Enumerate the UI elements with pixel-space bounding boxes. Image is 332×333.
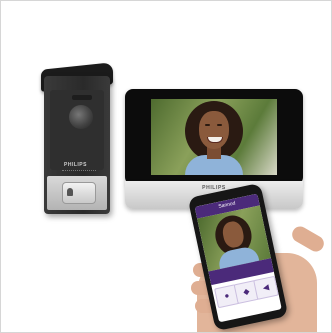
monitor-bezel bbox=[125, 89, 303, 185]
product-image-frame: PHILIPS PHILIPS Sannod ● ◆ ◀ bbox=[0, 0, 332, 333]
door-station-body: PHILIPS bbox=[44, 76, 110, 214]
call-bell-button bbox=[62, 182, 96, 204]
eye-left bbox=[205, 124, 210, 126]
monitor-brand-label: PHILIPS bbox=[202, 185, 226, 191]
speaker-icon[interactable]: ◀ bbox=[253, 275, 279, 300]
smile bbox=[207, 137, 223, 143]
thumb bbox=[289, 223, 327, 255]
door-station-camera-panel: PHILIPS bbox=[50, 90, 104, 173]
status-led-strip bbox=[62, 170, 96, 173]
monitor-video-screen bbox=[151, 99, 277, 175]
camera-lens-icon bbox=[69, 105, 93, 129]
door-station-metal-plate bbox=[47, 176, 107, 210]
speaker-slot bbox=[72, 95, 92, 100]
bell-icon bbox=[67, 188, 73, 196]
door-station-brand-label: PHILIPS bbox=[64, 162, 87, 168]
outdoor-door-station: PHILIPS bbox=[41, 62, 113, 214]
eye-right bbox=[217, 124, 222, 126]
visitor-face bbox=[199, 111, 229, 149]
